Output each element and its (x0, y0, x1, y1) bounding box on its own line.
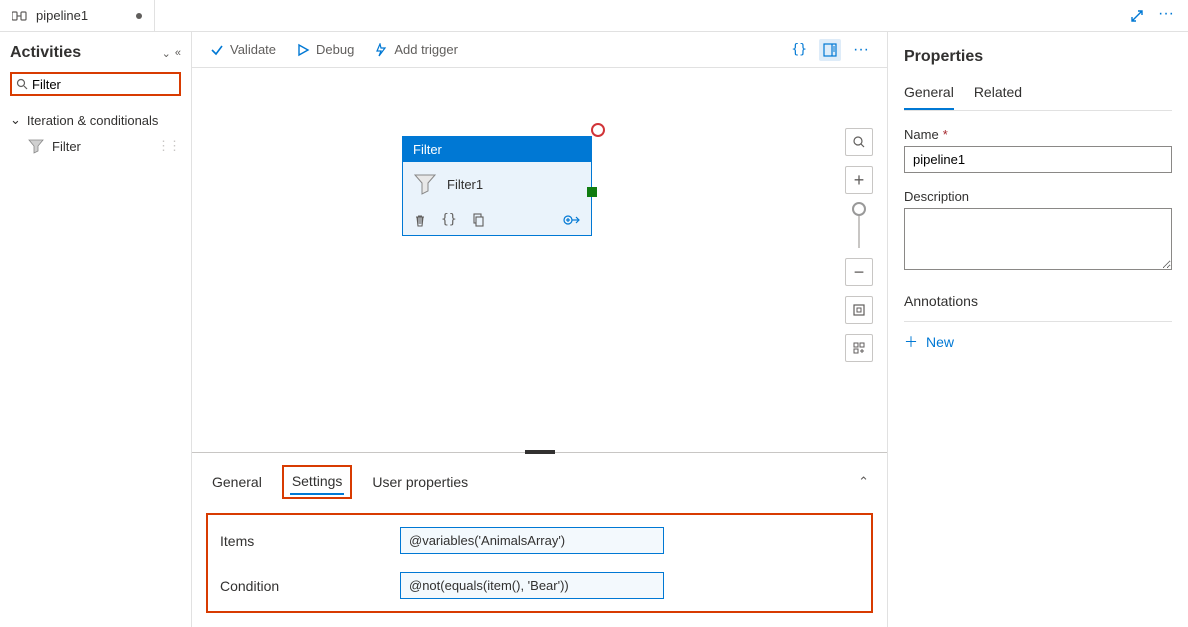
pipeline-canvas[interactable]: Filter Filter1 {} (192, 68, 887, 452)
tab-settings-highlight: Settings (282, 465, 353, 499)
properties-panel: Properties General Related Name * Descri… (888, 32, 1188, 627)
category-iteration[interactable]: ⌄ Iteration & conditionals (10, 108, 181, 132)
search-input[interactable] (32, 77, 175, 92)
search-icon (16, 78, 28, 90)
collapse-down-icon[interactable]: ⌄ (162, 47, 171, 60)
prop-tab-general[interactable]: General (904, 80, 954, 110)
zoom-out-button[interactable]: − (845, 258, 873, 286)
pipeline-toolbar: Validate Debug Add trigger {} ··· (192, 32, 887, 68)
items-label: Items (220, 533, 380, 549)
validate-label: Validate (230, 42, 276, 57)
json-icon[interactable]: {} (791, 42, 807, 57)
add-trigger-button[interactable]: Add trigger (374, 42, 458, 57)
canvas-controls: + − (845, 128, 873, 362)
settings-highlight-box: Items Condition (206, 513, 873, 613)
activity-filter[interactable]: Filter ⋮⋮ (10, 132, 181, 160)
add-annotation-button[interactable]: ＋ New (904, 332, 1172, 352)
code-icon[interactable]: {} (441, 212, 457, 227)
copy-icon[interactable] (471, 213, 485, 227)
drag-handle-icon[interactable]: ⋮⋮ (157, 138, 179, 154)
node-name: Filter1 (447, 177, 483, 192)
zoom-slider[interactable] (858, 204, 860, 248)
layout-icon[interactable] (845, 334, 873, 362)
add-trigger-label: Add trigger (394, 42, 458, 57)
filter-node[interactable]: Filter Filter1 {} (402, 136, 592, 236)
activities-search[interactable] (10, 72, 181, 96)
tab-actions: ··· (1130, 9, 1188, 23)
validation-error-icon (591, 123, 605, 137)
validate-button[interactable]: Validate (210, 42, 276, 57)
filter-icon (28, 138, 44, 154)
properties-title: Properties (904, 48, 1172, 66)
fit-screen-icon[interactable] (845, 296, 873, 324)
tab-user-properties[interactable]: User properties (370, 470, 470, 494)
name-label: Name (904, 127, 939, 142)
debug-button[interactable]: Debug (296, 42, 354, 57)
filter-icon (413, 172, 437, 196)
debug-label: Debug (316, 42, 354, 57)
zoom-in-button[interactable]: + (845, 166, 873, 194)
condition-input[interactable] (400, 572, 664, 599)
expand-icon[interactable] (1130, 9, 1144, 23)
items-input[interactable] (400, 527, 664, 554)
properties-toggle-icon[interactable] (819, 39, 841, 61)
category-label: Iteration & conditionals (27, 113, 159, 128)
prop-tab-related[interactable]: Related (974, 80, 1022, 110)
more-icon[interactable]: ··· (1158, 9, 1174, 23)
chevron-down-icon: ⌄ (10, 112, 21, 128)
center-pane: Validate Debug Add trigger {} ··· (192, 32, 888, 627)
add-branch-icon[interactable] (563, 213, 581, 227)
divider (904, 321, 1172, 322)
description-label: Description (904, 189, 969, 204)
plus-icon: ＋ (904, 332, 918, 352)
resize-handle[interactable] (525, 450, 555, 454)
required-indicator: * (943, 127, 948, 142)
tab-title: pipeline1 (36, 8, 88, 23)
pipeline-tab[interactable]: pipeline1 (0, 0, 155, 31)
activities-title: Activities (10, 44, 81, 62)
new-label: New (926, 334, 954, 350)
pipeline-icon (12, 10, 28, 22)
tab-settings[interactable]: Settings (290, 469, 345, 495)
zoom-search-icon[interactable] (845, 128, 873, 156)
collapse-left-icon[interactable]: « (175, 47, 181, 60)
editor-tab-bar: pipeline1 ··· (0, 0, 1188, 32)
activity-settings-panel: General Settings User properties ⌃ Items… (192, 452, 887, 627)
unsaved-indicator (136, 13, 142, 19)
collapse-panel-icon[interactable]: ⌃ (858, 474, 869, 490)
output-connector[interactable] (587, 187, 597, 197)
annotations-label: Annotations (904, 293, 1172, 309)
node-type-label: Filter (403, 137, 591, 162)
activities-sidebar: Activities ⌄ « ⌄ Iteration & conditional… (0, 32, 192, 627)
activity-label: Filter (52, 139, 81, 154)
description-input[interactable] (904, 208, 1172, 270)
delete-icon[interactable] (413, 213, 427, 227)
pipeline-name-input[interactable] (904, 146, 1172, 173)
tab-general[interactable]: General (210, 470, 264, 494)
toolbar-more-icon[interactable]: ··· (853, 41, 869, 59)
condition-label: Condition (220, 578, 380, 594)
